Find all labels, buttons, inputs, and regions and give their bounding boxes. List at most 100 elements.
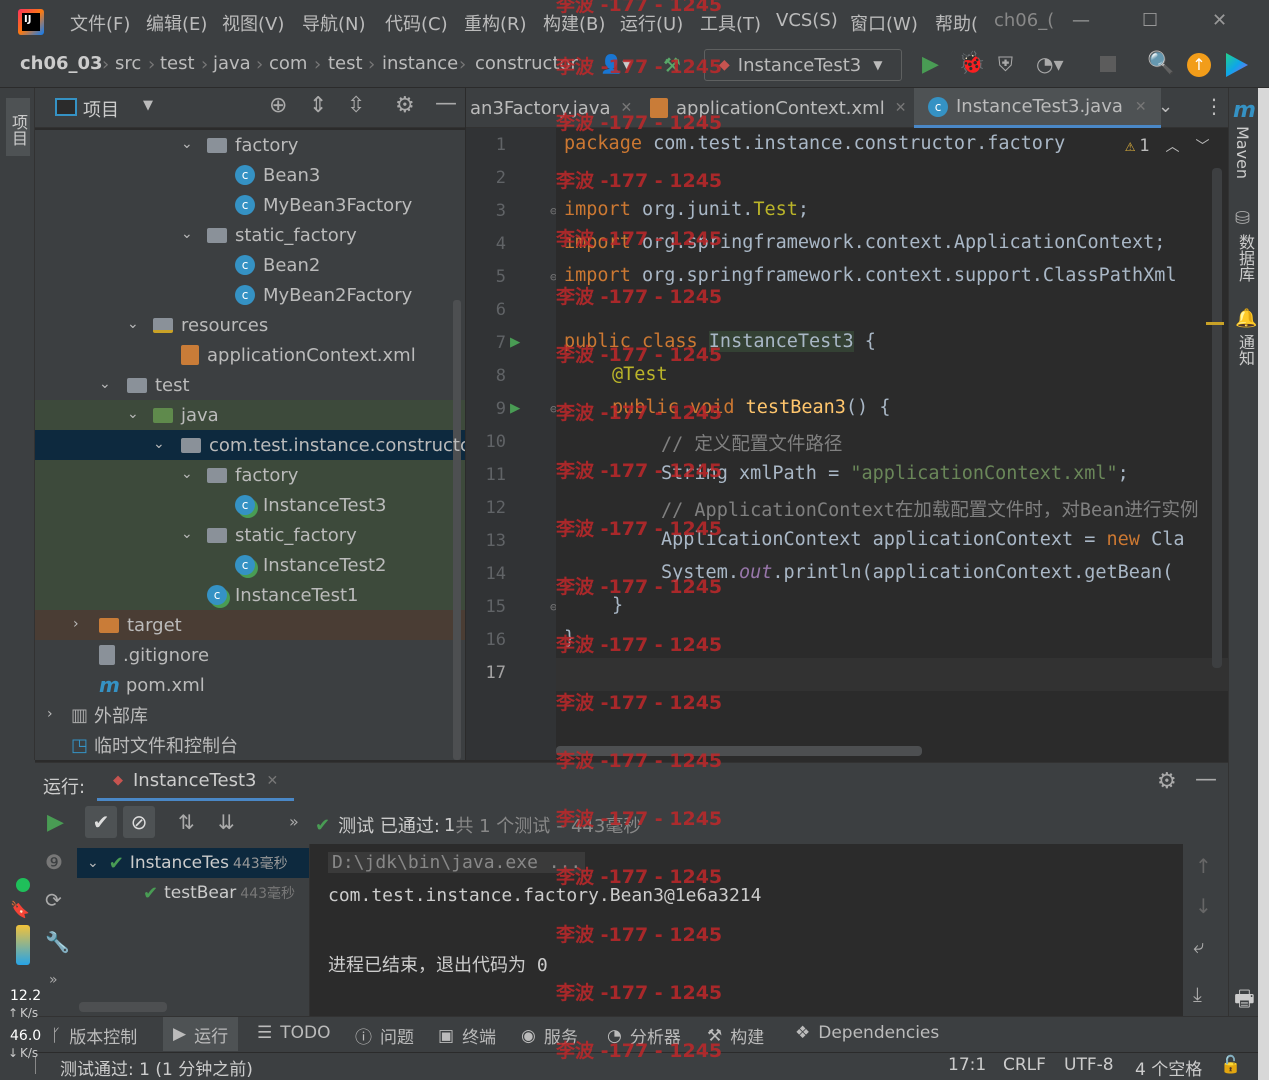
- database-tool-button[interactable]: 数据库: [1233, 234, 1257, 282]
- expand-all-icon[interactable]: ⇕: [309, 93, 327, 118]
- tree-node-pom-xml[interactable]: m pom.xml: [99, 670, 205, 700]
- menu-file[interactable]: 文件(F): [70, 10, 130, 36]
- update-icon[interactable]: ↑: [1187, 53, 1211, 77]
- breadcrumb-constructor[interactable]: constructor: [475, 53, 578, 74]
- tree-node-instancetest3[interactable]: c InstanceTest3: [235, 490, 386, 520]
- chevron-down-icon[interactable]: ⌄: [181, 136, 193, 152]
- tab-instancetest3-java[interactable]: c InstanceTest3.java ✕: [914, 88, 1161, 128]
- arrow-down-icon[interactable]: ↓: [1195, 894, 1212, 918]
- tab-applicationcontext-xml[interactable]: applicationContext.xml ✕: [650, 88, 906, 128]
- sort-alpha-icon[interactable]: ⇅: [178, 810, 195, 834]
- tree-scrollbar[interactable]: [453, 300, 461, 760]
- close-icon[interactable]: ✕: [266, 773, 278, 789]
- breadcrumb-test[interactable]: test: [160, 53, 195, 74]
- test-node-root[interactable]: ⌄ ✔ InstanceTes 443毫秒: [77, 848, 309, 878]
- maximize-button[interactable]: ☐: [1142, 10, 1158, 31]
- hide-panel-icon[interactable]: —: [1195, 767, 1217, 792]
- warning-marker[interactable]: [1206, 322, 1224, 325]
- chevron-down-icon[interactable]: ⌄: [127, 316, 139, 332]
- project-panel-title[interactable]: 项目: [83, 96, 119, 122]
- run-config-select[interactable]: ◆ InstanceTest3 ▼: [704, 49, 902, 81]
- indent-setting[interactable]: 4 个空格: [1135, 1055, 1202, 1080]
- tree-node-factory-test[interactable]: factory: [207, 460, 298, 490]
- tree-node-applicationcontext-xml[interactable]: applicationContext.xml: [181, 340, 416, 370]
- breadcrumb-project[interactable]: ch06_03: [20, 53, 103, 74]
- tree-node-mybean3factory[interactable]: c MyBean3Factory: [235, 190, 412, 220]
- menu-window[interactable]: 窗口(W): [850, 10, 918, 36]
- run-icon[interactable]: ▶: [922, 52, 939, 77]
- menu-edit[interactable]: 编辑(E): [146, 10, 207, 36]
- run-test-gutter-icon[interactable]: ▶: [510, 398, 520, 418]
- locate-icon[interactable]: ⊕: [269, 93, 287, 118]
- tree-node-java[interactable]: java: [153, 400, 219, 430]
- lock-icon[interactable]: 🔓: [1220, 1055, 1241, 1075]
- chevron-down-icon[interactable]: ⌄: [181, 226, 193, 242]
- hide-panel-icon[interactable]: —: [435, 91, 457, 116]
- menu-code[interactable]: 代码(C): [385, 10, 448, 36]
- caret-position[interactable]: 17:1: [948, 1055, 986, 1075]
- menu-run[interactable]: 运行(U): [620, 10, 683, 36]
- chevron-down-icon[interactable]: ⌄: [99, 376, 111, 392]
- tree-node-resources[interactable]: resources: [153, 310, 268, 340]
- show-passed-toggle[interactable]: ✔: [85, 806, 117, 838]
- debug-icon[interactable]: 🐞: [958, 51, 985, 76]
- stop-icon[interactable]: [1100, 56, 1116, 72]
- build-hammer-icon[interactable]: ⚒: [663, 53, 681, 77]
- profiler-icon[interactable]: ◔▾: [1036, 52, 1064, 76]
- gear-icon[interactable]: ⚙: [395, 93, 415, 118]
- test-node-method[interactable]: ✔ testBear 443毫秒: [143, 878, 295, 908]
- tab-an3factory-java[interactable]: an3Factory.java ✕: [470, 88, 632, 128]
- tab-list-chevron-icon[interactable]: ⌄: [1158, 96, 1173, 117]
- pin-icon[interactable]: ❾: [45, 850, 63, 874]
- chevron-down-icon[interactable]: ⌄: [181, 526, 193, 542]
- breadcrumb-instance[interactable]: instance: [382, 53, 458, 74]
- tree-node-package[interactable]: com.test.instance.constructor: [181, 430, 465, 460]
- coverage-icon[interactable]: ⛨: [998, 52, 1013, 76]
- tab-version-control[interactable]: ᚴ 版本控制: [51, 1023, 137, 1049]
- search-icon[interactable]: 🔍: [1147, 51, 1174, 76]
- tree-node-instancetest2[interactable]: c InstanceTest2: [235, 550, 386, 580]
- menu-build[interactable]: 构建(B): [543, 10, 605, 36]
- menu-navigate[interactable]: 导航(N): [302, 10, 366, 36]
- tab-terminal[interactable]: ▣ 终端: [438, 1023, 496, 1049]
- chevron-right-icon[interactable]: ›: [73, 616, 79, 632]
- tab-todo[interactable]: ☰ TODO: [257, 1023, 331, 1043]
- notifications-tool-button[interactable]: 通知: [1233, 334, 1257, 366]
- menu-vcs[interactable]: VCS(S): [776, 10, 838, 31]
- breadcrumb-com[interactable]: com: [269, 53, 307, 74]
- code-editor[interactable]: package com.test.instance.constructor.fa…: [556, 128, 1228, 760]
- show-ignored-toggle[interactable]: ⊘: [123, 806, 155, 838]
- run-test-gutter-icon[interactable]: ▶: [510, 332, 520, 352]
- wrench-icon[interactable]: 🔧: [45, 930, 70, 954]
- collapse-all-icon[interactable]: ⇳: [347, 93, 365, 118]
- chevron-down-icon[interactable]: ﹀: [1196, 136, 1210, 156]
- menu-tools[interactable]: 工具(T): [700, 10, 761, 36]
- scroll-to-end-icon[interactable]: ⤓: [1193, 982, 1202, 1006]
- chevron-down-icon[interactable]: ⌄: [181, 466, 193, 482]
- more-actions-icon[interactable]: »: [289, 812, 299, 831]
- tree-node-gitignore[interactable]: .gitignore: [99, 640, 209, 670]
- chevron-down-icon[interactable]: ⌄: [127, 406, 139, 422]
- inspection-widget[interactable]: ⚠ 1 ︿ ﹀: [1121, 136, 1214, 156]
- code-with-me-icon[interactable]: [1226, 53, 1248, 77]
- tree-node-static-factory[interactable]: static_factory: [207, 220, 357, 250]
- chevron-down-icon[interactable]: ⌄: [153, 436, 165, 452]
- bookmark-icon[interactable]: 🔖: [10, 900, 30, 919]
- rerun-icon[interactable]: ▶: [47, 810, 64, 835]
- line-separator[interactable]: CRLF: [1003, 1055, 1046, 1075]
- horizontal-scrollbar[interactable]: [556, 746, 922, 756]
- breadcrumb-src[interactable]: src: [115, 53, 141, 74]
- tab-services[interactable]: ◉ 服务: [521, 1023, 578, 1049]
- tree-node-bean2[interactable]: c Bean2: [235, 250, 320, 280]
- tree-node-bean3[interactable]: c Bean3: [235, 160, 320, 190]
- tree-node-static-factory-test[interactable]: static_factory: [207, 520, 357, 550]
- tree-node-scratches[interactable]: ◳ 临时文件和控制台: [71, 730, 238, 760]
- more-options-icon[interactable]: ⋮: [1204, 94, 1224, 118]
- chevron-up-icon[interactable]: ︿: [1166, 136, 1180, 156]
- tab-build[interactable]: ⚒ 构建: [707, 1023, 764, 1049]
- breadcrumb-test2[interactable]: test: [328, 53, 363, 74]
- menu-help[interactable]: 帮助(: [935, 10, 978, 36]
- close-button[interactable]: ✕: [1212, 10, 1227, 31]
- close-icon[interactable]: ✕: [1135, 99, 1147, 115]
- breadcrumb-java[interactable]: java: [213, 53, 251, 74]
